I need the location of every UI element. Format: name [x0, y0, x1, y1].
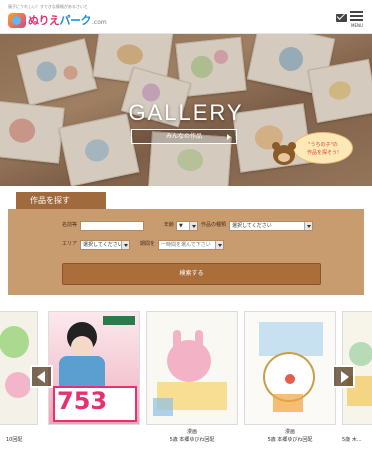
dropdown-arrow-icon	[215, 241, 223, 249]
logo-domain: .com	[92, 18, 107, 26]
logo-icon	[8, 12, 26, 28]
carousel-prev-button[interactable]	[30, 365, 53, 388]
search-tab: 作品を探す	[16, 192, 106, 209]
logo-text: ぬりえパーク	[28, 14, 91, 27]
card-caption: 5歳 本郷ゆびわ回配	[169, 437, 215, 443]
card-caption: 10回配	[6, 437, 23, 443]
card-caption: 5歳 本郷ゆびわ回配	[267, 437, 313, 443]
dropdown-arrow-icon	[121, 241, 129, 249]
hamburger-menu-icon[interactable]: MENU	[350, 11, 364, 29]
period-select[interactable]: 一時間を選んで下さい	[158, 240, 224, 250]
period-label: 期間を	[140, 241, 156, 247]
dropdown-arrow-icon	[189, 222, 197, 230]
gallery-card[interactable]	[146, 311, 238, 425]
gallery-sub-button[interactable]: みんなの作品	[131, 129, 237, 144]
hero-title: GALLERY	[128, 100, 244, 125]
category-label: 作品の種類	[201, 222, 227, 228]
card-caption: 5歳 木...	[342, 437, 362, 443]
category-select[interactable]: 選択してください	[229, 221, 313, 231]
area-label: エリア	[62, 241, 78, 247]
name-label: 名前等	[62, 222, 78, 228]
menu-label: MENU	[351, 23, 363, 28]
name-input[interactable]	[80, 221, 144, 231]
mail-icon[interactable]	[336, 14, 347, 22]
card-caption-title: 漫画	[186, 429, 197, 435]
gallery-carousel: 10回配 753 漫画 5歳 本郷ゆびわ回配 漫画 5歳 本郷ゆびわ回配 5歳 …	[0, 305, 372, 453]
card-caption-title: 漫画	[284, 429, 295, 435]
area-select[interactable]: 選択してください	[80, 240, 130, 250]
search-button[interactable]: 検索する	[62, 263, 321, 285]
find-child-badge[interactable]: "うちの子"の 作品を探そう!	[293, 132, 353, 164]
dropdown-arrow-icon	[304, 222, 312, 230]
gallery-card[interactable]	[244, 311, 336, 425]
logo-tagline: 親子にうれしい！すてきな情報があるさいと	[8, 4, 88, 9]
site-header: 親子にうれしい！すてきな情報があるさいと ぬりえパーク .com MENU	[0, 0, 372, 34]
promo-753: 753	[57, 387, 108, 415]
carousel-next-button[interactable]	[332, 365, 355, 388]
age-select[interactable]: ▼	[176, 221, 198, 231]
age-label: 年齢	[164, 222, 175, 228]
site-logo[interactable]: 親子にうれしい！すてきな情報があるさいと ぬりえパーク .com	[8, 4, 107, 28]
bear-mascot-icon	[270, 140, 298, 168]
arrow-right-icon	[227, 134, 231, 140]
gallery-card-promo[interactable]: 753	[48, 311, 140, 425]
